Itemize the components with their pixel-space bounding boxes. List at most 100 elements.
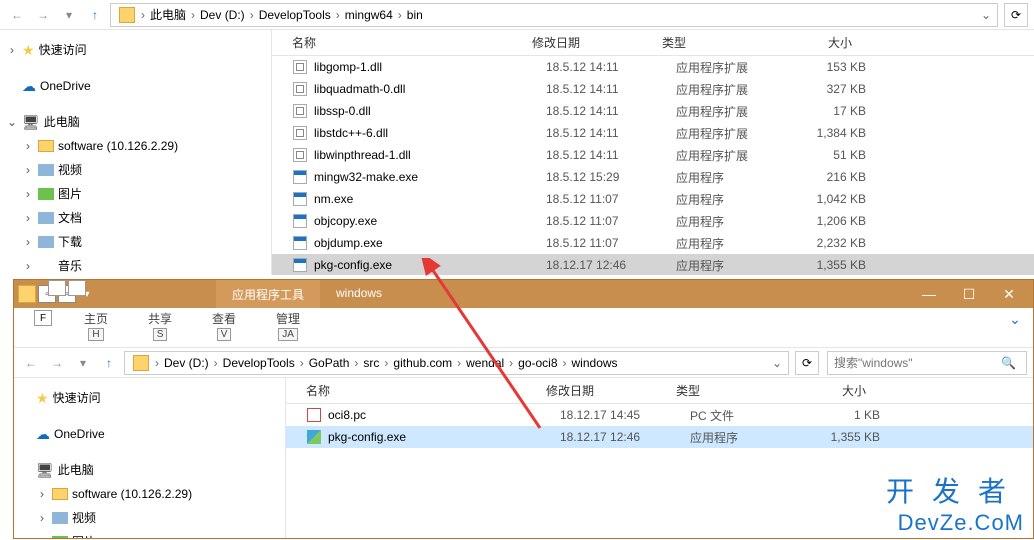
col-type[interactable]: 类型: [676, 382, 806, 399]
address-bar: ← → ▾ ↑ › Dev (D:)› DevelopTools› GoPath…: [14, 348, 1033, 378]
generic-icon: [52, 512, 68, 524]
ribbon-expand-button[interactable]: ⌄: [1005, 310, 1025, 328]
crumb[interactable]: GoPath: [306, 356, 353, 370]
sidebar-label: 视频: [58, 160, 82, 180]
col-name[interactable]: 名称: [286, 382, 546, 399]
crumb[interactable]: DevelopTools: [220, 356, 298, 370]
col-size[interactable]: 大小: [806, 382, 906, 399]
file-date: 18.5.12 14:11: [546, 104, 676, 118]
minimize-button[interactable]: —: [909, 280, 949, 308]
file-size: 51 KB: [806, 148, 906, 162]
file-row[interactable]: pkg-config.exe18.12.17 12:46应用程序1,355 KB: [272, 254, 1034, 275]
folder-icon[interactable]: [18, 285, 36, 303]
nav-up-button[interactable]: ↑: [84, 4, 106, 26]
file-row[interactable]: libgomp-1.dll18.5.12 14:11应用程序扩展153 KB: [272, 56, 1034, 78]
title-bar[interactable]: ▫ ▫ ▾ 1 2 应用程序工具 windows — ☐ ✕: [14, 280, 1033, 308]
nav-back-button[interactable]: ←: [6, 4, 28, 26]
nav-up-button[interactable]: ↑: [98, 352, 120, 374]
maximize-button[interactable]: ☐: [949, 280, 989, 308]
file-row[interactable]: libstdc++-6.dll18.5.12 14:11应用程序扩展1,384 …: [272, 122, 1034, 144]
file-size: 1,384 KB: [806, 126, 906, 140]
file-row[interactable]: objcopy.exe18.5.12 11:07应用程序1,206 KB: [272, 210, 1034, 232]
sidebar-item[interactable]: ›software (10.126.2.29): [0, 134, 271, 158]
cloud-icon: ☁: [36, 424, 50, 444]
sidebar-item[interactable]: ›文档: [0, 206, 271, 230]
crumb[interactable]: Dev (D:): [161, 356, 212, 370]
search-icon[interactable]: 🔍: [1001, 356, 1016, 370]
sidebar-item[interactable]: ›图片: [0, 182, 271, 206]
navigation-pane: ★快速访问 ☁OneDrive 🖥此电脑 ›software (10.126.2…: [14, 378, 286, 538]
ribbon-share[interactable]: 共享S: [148, 310, 172, 341]
green-icon: [38, 188, 54, 200]
file-size: 17 KB: [806, 104, 906, 118]
chevron-right-icon: ›: [22, 184, 34, 204]
nav-forward-button[interactable]: →: [46, 352, 68, 374]
crumb[interactable]: github.com: [390, 356, 455, 370]
close-button[interactable]: ✕: [989, 280, 1029, 308]
file-name: mingw32-make.exe: [314, 170, 546, 184]
col-name[interactable]: 名称: [272, 34, 532, 51]
file-row[interactable]: pkg-config.exe18.12.17 12:46应用程序1,355 KB: [286, 426, 1033, 448]
sidebar-item[interactable]: ›视频: [0, 158, 271, 182]
columns-header[interactable]: 名称 修改日期 类型 大小: [286, 378, 1033, 404]
file-row[interactable]: nm.exe18.5.12 11:07应用程序1,042 KB: [272, 188, 1034, 210]
pc-icon: 🖥: [22, 112, 40, 132]
generic-icon: [38, 164, 54, 176]
nav-recent-button[interactable]: ▾: [72, 352, 94, 374]
ribbon-view[interactable]: 查看V: [212, 310, 236, 341]
sidebar-item[interactable]: ›视频: [14, 506, 285, 530]
chevron-right-icon: ›: [22, 232, 34, 252]
refresh-button[interactable]: ⟳: [1004, 3, 1028, 27]
refresh-button[interactable]: ⟳: [795, 351, 819, 375]
chevron-right-icon[interactable]: ›: [139, 8, 147, 22]
ribbon-home[interactable]: 主页H: [84, 310, 108, 341]
file-row[interactable]: libwinpthread-1.dll18.5.12 14:11应用程序扩展51…: [272, 144, 1034, 166]
this-pc[interactable]: ⌄🖥此电脑: [0, 110, 271, 134]
tab-tools[interactable]: 应用程序工具: [216, 280, 320, 309]
nav-forward-button[interactable]: →: [32, 4, 54, 26]
file-row[interactable]: objdump.exe18.5.12 11:07应用程序2,232 KB: [272, 232, 1034, 254]
quick-access[interactable]: ›★快速访问: [0, 38, 271, 62]
sidebar-item[interactable]: ›图片: [14, 530, 285, 538]
title-tabs: 应用程序工具 windows: [216, 280, 398, 309]
sidebar-item[interactable]: ›下载: [0, 230, 271, 254]
onedrive[interactable]: ☁OneDrive: [0, 74, 271, 98]
crumb[interactable]: windows: [569, 356, 621, 370]
dropdown-icon[interactable]: ⌄: [770, 356, 784, 370]
crumb[interactable]: src: [360, 356, 382, 370]
crumb[interactable]: go-oci8: [515, 356, 560, 370]
ribbon-manage[interactable]: 管理JA: [276, 310, 300, 341]
this-pc[interactable]: 🖥此电脑: [14, 458, 285, 482]
crumb[interactable]: Dev (D:): [197, 8, 248, 22]
quick-access[interactable]: ★快速访问: [14, 386, 285, 410]
nav-back-button[interactable]: ←: [20, 352, 42, 374]
sidebar-item[interactable]: ›音乐: [0, 254, 271, 275]
file-row[interactable]: libquadmath-0.dll18.5.12 14:11应用程序扩展327 …: [272, 78, 1034, 100]
file-row[interactable]: oci8.pc18.12.17 14:45PC 文件1 KB: [286, 404, 1033, 426]
file-type: 应用程序: [676, 191, 806, 208]
file-type: PC 文件: [690, 407, 820, 424]
crumb[interactable]: DevelopTools: [256, 8, 334, 22]
crumb[interactable]: 此电脑: [147, 6, 189, 23]
breadcrumb[interactable]: › Dev (D:)› DevelopTools› GoPath› src› g…: [124, 351, 789, 375]
file-size: 1,042 KB: [806, 192, 906, 206]
col-type[interactable]: 类型: [662, 34, 792, 51]
chevron-right-icon: ›: [36, 532, 48, 538]
onedrive[interactable]: ☁OneDrive: [14, 422, 285, 446]
crumb[interactable]: mingw64: [342, 8, 396, 22]
crumb[interactable]: bin: [404, 8, 426, 22]
crumb[interactable]: wendal: [463, 356, 507, 370]
file-row[interactable]: libssp-0.dll18.5.12 14:11应用程序扩展17 KB: [272, 100, 1034, 122]
breadcrumb[interactable]: › 此电脑› Dev (D:)› DevelopTools› mingw64› …: [110, 3, 998, 27]
dropdown-icon[interactable]: ⌄: [979, 8, 993, 22]
col-date[interactable]: 修改日期: [546, 382, 676, 399]
col-size[interactable]: 大小: [792, 34, 892, 51]
ribbon: F 主页H 共享S 查看V 管理JA ⌄: [14, 308, 1033, 348]
file-row[interactable]: mingw32-make.exe18.5.12 15:29应用程序216 KB: [272, 166, 1034, 188]
sidebar-item[interactable]: ›software (10.126.2.29): [14, 482, 285, 506]
columns-header[interactable]: 名称 修改日期 类型 大小: [272, 30, 1034, 56]
search-box[interactable]: 🔍: [827, 351, 1027, 375]
search-input[interactable]: [834, 356, 1001, 370]
nav-recent-button[interactable]: ▾: [58, 4, 80, 26]
col-date[interactable]: 修改日期: [532, 34, 662, 51]
